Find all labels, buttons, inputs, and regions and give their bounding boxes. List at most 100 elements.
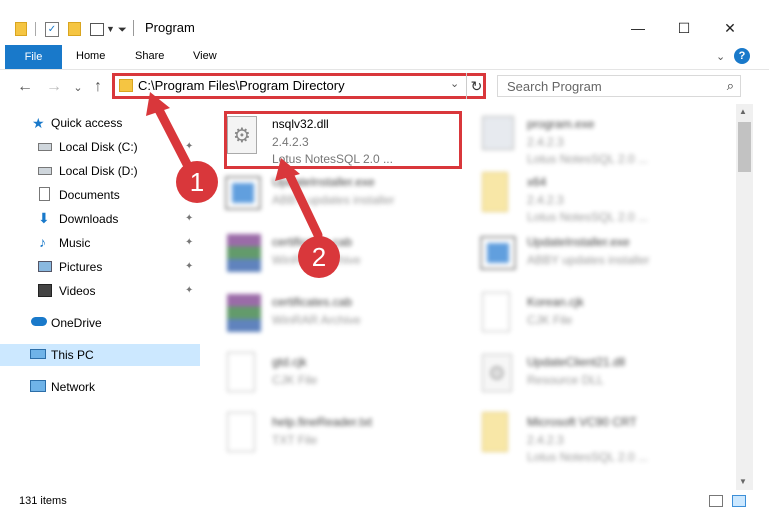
sidebar-item-label: Documents — [59, 188, 120, 202]
tab-file[interactable]: File — [5, 45, 62, 69]
sidebar-item-onedrive[interactable]: OneDrive — [0, 312, 200, 334]
callout-step-2: 2 — [298, 236, 340, 278]
search-icon[interactable]: ⌕ — [727, 78, 734, 94]
tab-home[interactable]: Home — [76, 50, 105, 62]
ribbon-expand-icon[interactable]: ⌄ — [716, 50, 725, 63]
sidebar-item-quick-access[interactable]: ★ Quick access — [0, 112, 200, 134]
pin-icon: ✦ — [185, 141, 194, 152]
sidebar-item-pictures[interactable]: Pictures ✦ — [0, 256, 200, 278]
archive-icon — [227, 294, 261, 332]
scroll-up-icon[interactable]: ▲ — [739, 107, 747, 116]
pin-icon: ✦ — [185, 237, 194, 248]
sidebar-item-downloads[interactable]: ⬇ Downloads ✦ — [0, 208, 200, 230]
sidebar-item-label: OneDrive — [51, 316, 102, 330]
close-button[interactable]: ✕ — [710, 16, 750, 40]
address-bar[interactable]: C:\Program Files\Program Directory ⌄ ↻ — [112, 73, 486, 99]
forward-button[interactable]: → — [46, 78, 62, 96]
title-bar: ✓ ▼ ⏷ Program — ☐ ✕ — [0, 0, 769, 44]
file-tile-updateinstaller[interactable]: UpdateInstaller.exe ABBY updates install… — [205, 166, 445, 226]
sidebar-item-local-disk-c[interactable]: Local Disk (C:) ✦ — [0, 136, 200, 158]
tiles-view-icon[interactable] — [732, 495, 746, 507]
maximize-button[interactable]: ☐ — [664, 16, 704, 40]
file-name: certificates.cab — [272, 295, 353, 309]
sidebar-item-this-pc[interactable]: This PC — [0, 344, 200, 366]
file-description: Lotus NotesSQL 2.0 ... — [527, 450, 648, 464]
file-description: Lotus NotesSQL 2.0 ... — [527, 152, 648, 166]
refresh-button[interactable]: ↻ — [466, 73, 486, 99]
computer-icon — [30, 349, 46, 359]
address-dropdown-icon[interactable]: ⌄ — [450, 77, 459, 90]
text-file-icon — [227, 412, 255, 452]
sidebar-item-label: Music — [59, 236, 91, 250]
up-button[interactable]: ↑ — [90, 78, 106, 96]
file-icon — [227, 352, 255, 392]
file-name: x64 — [527, 175, 547, 189]
drive-icon — [38, 143, 52, 151]
file-tile-gtd-cjk[interactable]: gtd.cjk CJK File — [205, 346, 445, 406]
scroll-down-icon[interactable]: ▼ — [739, 477, 747, 486]
help-icon[interactable]: ? — [734, 48, 750, 64]
quick-access-dropdown-icon[interactable]: ▼ — [106, 18, 115, 40]
cloud-icon — [31, 317, 47, 326]
toolbar-divider — [35, 22, 36, 36]
folder-icon — [15, 18, 27, 40]
sidebar-item-network[interactable]: Network — [0, 376, 200, 398]
quick-access-menu-icon[interactable]: ⏷ — [118, 19, 127, 41]
customize-view-icon[interactable] — [90, 18, 104, 40]
minimize-button[interactable]: — — [618, 16, 658, 40]
file-tile-microsoft-vc90-crt[interactable]: Microsoft VC90 CRT 2.4.2.3 Lotus NotesSQ… — [460, 406, 700, 466]
sidebar-item-local-disk-d[interactable]: Local Disk (D:) — [0, 160, 200, 182]
item-count: 131 items — [19, 495, 67, 507]
back-button[interactable]: ← — [17, 78, 33, 96]
new-folder-icon[interactable] — [68, 18, 81, 40]
file-name: Korean.cjk — [527, 295, 584, 309]
file-name: help.fineReader.txt — [272, 415, 373, 429]
archive-icon — [227, 234, 261, 272]
pictures-icon — [38, 261, 52, 272]
file-name: UpdateClient21.dll — [527, 355, 626, 369]
pin-icon: ✦ — [185, 261, 194, 272]
installer-icon — [225, 176, 261, 210]
file-icon — [482, 292, 510, 332]
sidebar-item-label: Downloads — [59, 212, 119, 226]
properties-icon[interactable]: ✓ — [45, 18, 59, 40]
tab-view[interactable]: View — [193, 50, 217, 62]
file-name: Microsoft VC90 CRT — [527, 415, 637, 429]
file-tile-korean-cjk[interactable]: Korean.cjk CJK File — [460, 286, 700, 346]
file-tile-program-exe[interactable]: program.exe 2.4.2.3 Lotus NotesSQL 2.0 .… — [460, 108, 700, 168]
file-tile-updateinstaller-2[interactable]: UpdateInstaller.exe ABBY updates install… — [460, 226, 700, 286]
search-placeholder: Search Program — [507, 79, 602, 94]
folder-icon — [119, 79, 133, 92]
file-tile-x64[interactable]: x64 2.4.2.3 Lotus NotesSQL 2.0 ... — [460, 166, 700, 226]
vertical-scrollbar[interactable]: ▲ ▼ — [736, 104, 753, 490]
recent-locations-button[interactable]: ⌄ — [70, 78, 86, 96]
sidebar-item-label: This PC — [51, 348, 94, 362]
callout-step-1: 1 — [176, 161, 218, 203]
file-name: gtd.cjk — [272, 355, 307, 369]
videos-icon — [38, 284, 52, 297]
file-description: Lotus NotesSQL 2.0 ... — [527, 210, 648, 224]
sidebar-item-music[interactable]: ♪ Music ✦ — [0, 232, 200, 254]
file-tile-certificates-cab-2[interactable]: certificates.cab WinRAR Archive — [205, 286, 445, 346]
tab-share[interactable]: Share — [135, 50, 164, 62]
file-name: UpdateInstaller.exe — [272, 175, 375, 189]
installer-icon — [480, 236, 516, 270]
address-path[interactable]: C:\Program Files\Program Directory — [138, 78, 345, 93]
file-tile-help-finereader-txt[interactable]: help.fineReader.txt TXT File — [205, 406, 445, 466]
sidebar-item-label: Videos — [59, 284, 96, 298]
status-bar: 131 items — [0, 490, 769, 512]
file-description: WinRAR Archive — [272, 313, 361, 327]
sidebar-item-documents[interactable]: Documents ✦ — [0, 184, 200, 206]
scroll-thumb[interactable] — [738, 122, 751, 172]
file-name: program.exe — [527, 117, 595, 131]
file-description: CJK File — [272, 373, 318, 387]
file-tile-updateclient21-dll[interactable]: ⚙ UpdateClient21.dll Resource DLL — [460, 346, 700, 406]
details-view-icon[interactable] — [709, 495, 723, 507]
highlight-frame — [224, 111, 462, 169]
sidebar-item-videos[interactable]: Videos ✦ — [0, 280, 200, 302]
music-icon: ♪ — [39, 234, 46, 250]
folder-icon — [482, 412, 508, 452]
search-input[interactable]: Search Program ⌕ — [497, 75, 741, 97]
title-divider — [133, 20, 134, 36]
file-version: 2.4.2.3 — [527, 193, 564, 207]
